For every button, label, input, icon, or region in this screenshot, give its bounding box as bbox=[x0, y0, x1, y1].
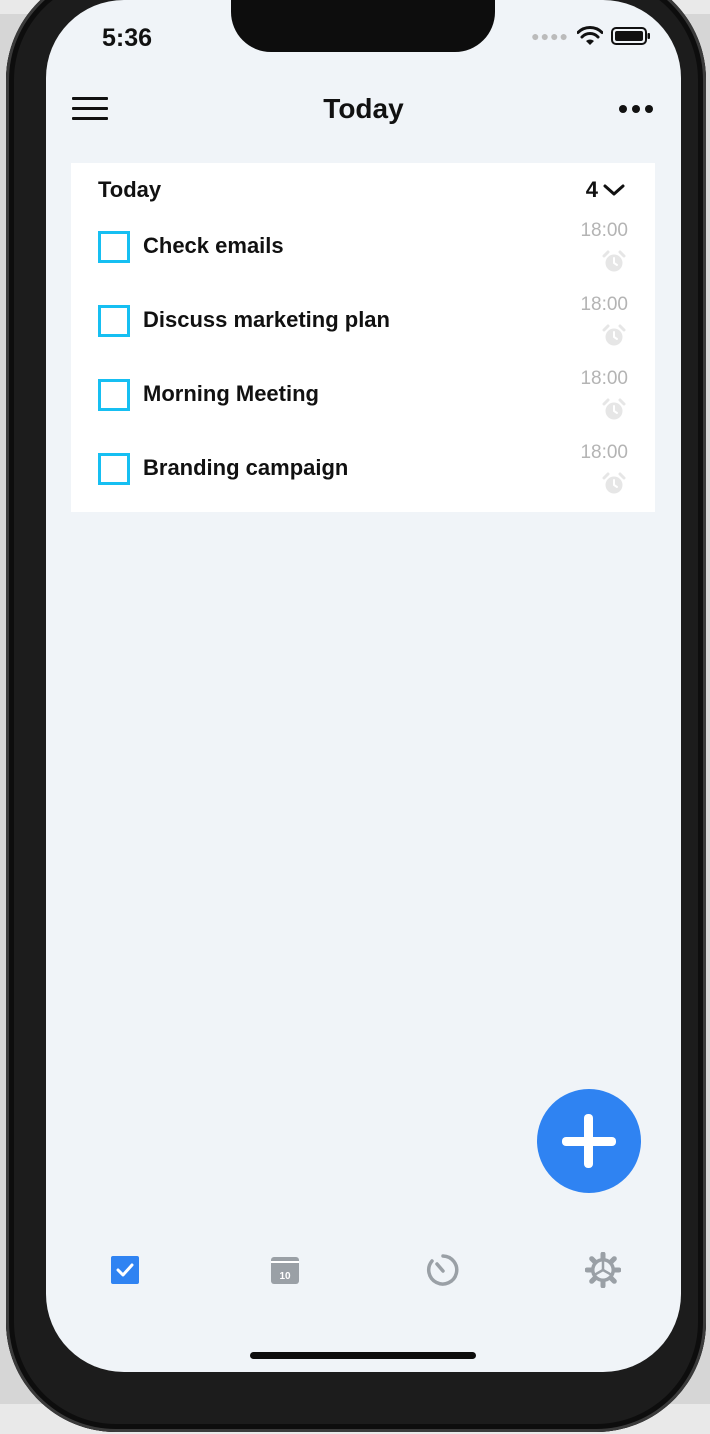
phone-frame: 5:36 ●●●● Today Today 4 Check emails 18:… bbox=[6, 0, 706, 1432]
wifi-icon bbox=[577, 26, 603, 45]
task-count: 4 bbox=[585, 177, 598, 202]
alarm-clock-icon bbox=[602, 472, 626, 494]
timer-icon bbox=[426, 1254, 459, 1286]
cellular-signal-icon: ●●●● bbox=[531, 28, 569, 44]
alarm-clock-icon bbox=[602, 398, 626, 420]
notch bbox=[231, 0, 495, 52]
task-list-card: Today 4 Check emails 18:00 Discuss marke… bbox=[71, 163, 655, 512]
task-checkbox[interactable] bbox=[98, 453, 130, 485]
calendar-icon: 10 bbox=[271, 1257, 299, 1284]
task-row[interactable]: Morning Meeting 18:00 bbox=[98, 368, 628, 442]
app-screen: 5:36 ●●●● Today Today 4 Check emails 18:… bbox=[46, 0, 681, 1372]
home-indicator[interactable] bbox=[250, 1352, 476, 1359]
tab-settings[interactable] bbox=[583, 1250, 623, 1290]
page-title: Today bbox=[323, 93, 404, 124]
section-header[interactable]: Today 4 bbox=[98, 177, 628, 211]
task-time: 18:00 bbox=[580, 442, 628, 463]
task-time: 18:00 bbox=[580, 294, 628, 315]
status-time: 5:36 bbox=[102, 24, 153, 52]
task-row[interactable]: Discuss marketing plan 18:00 bbox=[98, 294, 628, 368]
task-title: Discuss marketing plan bbox=[143, 307, 390, 332]
settings-gear-icon bbox=[585, 1252, 621, 1288]
more-options-icon[interactable] bbox=[619, 105, 653, 113]
task-title: Branding campaign bbox=[143, 455, 349, 480]
task-title: Morning Meeting bbox=[143, 381, 319, 406]
task-time: 18:00 bbox=[580, 220, 628, 241]
checkbox-icon bbox=[111, 1256, 139, 1284]
status-indicators: ●●●● bbox=[531, 26, 651, 46]
section-title: Today bbox=[98, 177, 162, 202]
svg-text:10: 10 bbox=[279, 1271, 291, 1282]
battery-icon bbox=[611, 27, 650, 45]
task-row[interactable]: Branding campaign 18:00 bbox=[98, 442, 628, 516]
tab-calendar[interactable]: 10 bbox=[265, 1250, 305, 1290]
alarm-clock-icon bbox=[602, 250, 626, 272]
task-title: Check emails bbox=[143, 233, 284, 258]
task-checkbox[interactable] bbox=[98, 231, 130, 263]
alarm-clock-icon bbox=[602, 324, 626, 346]
task-row[interactable]: Check emails 18:00 bbox=[98, 220, 628, 294]
navigation-bar: Today bbox=[46, 85, 681, 135]
task-checkbox[interactable] bbox=[98, 379, 130, 411]
bottom-tab-bar: 10 bbox=[46, 1250, 681, 1290]
chevron-down-icon[interactable] bbox=[602, 177, 626, 201]
add-task-button[interactable] bbox=[537, 1089, 641, 1193]
task-checkbox[interactable] bbox=[98, 305, 130, 337]
tab-timer[interactable] bbox=[423, 1250, 463, 1290]
task-time: 18:00 bbox=[580, 368, 628, 389]
tab-tasks[interactable] bbox=[105, 1250, 145, 1290]
